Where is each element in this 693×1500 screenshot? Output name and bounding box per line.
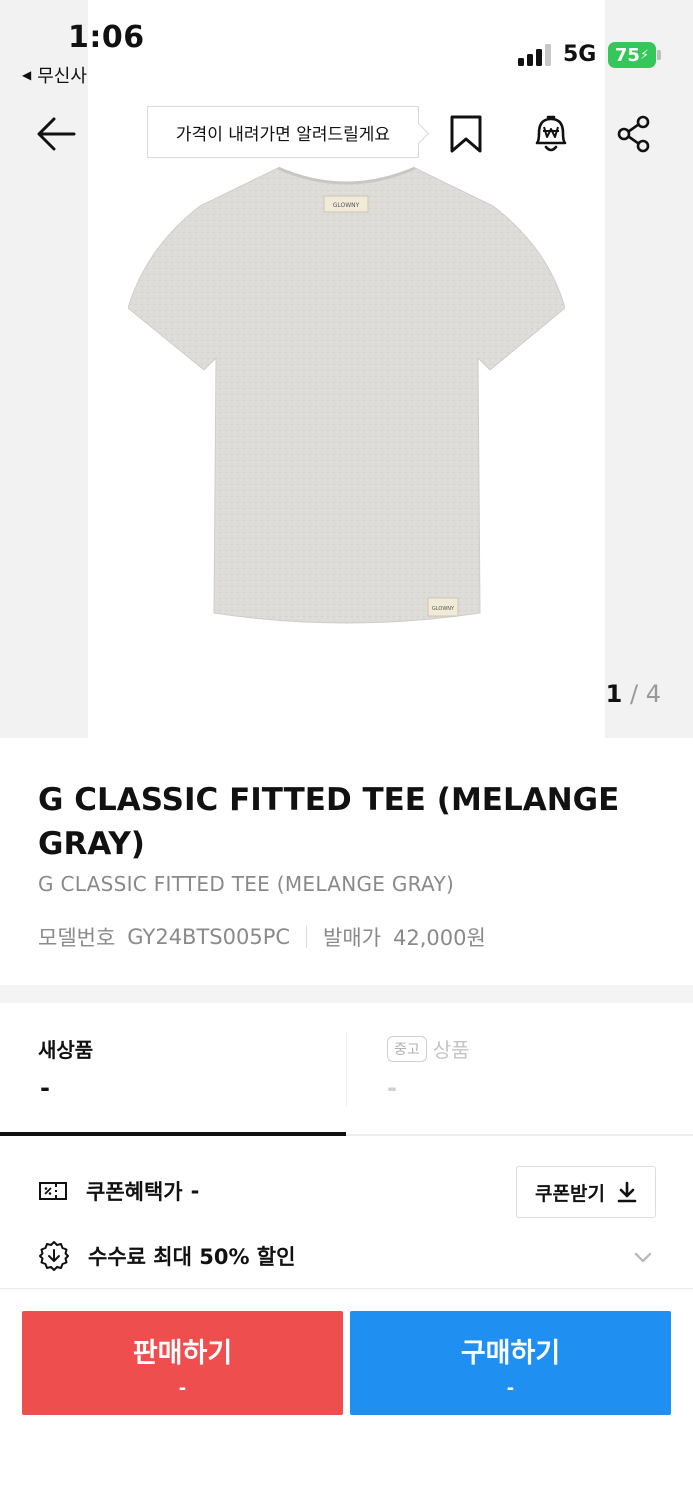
tab-new-product[interactable]: 새상품 - (0, 1030, 346, 1134)
model-number-value: GY24BTS005PC (127, 925, 291, 949)
tab-used-label-group: 중고 상품 (387, 1034, 470, 1063)
buy-label: 구매하기 (460, 1338, 561, 1369)
total-pages: 4 (645, 680, 661, 708)
back-to-app-link[interactable]: ◀ 무신사 (22, 62, 87, 88)
release-price-label: 발매가 (323, 926, 381, 950)
cellular-signal-icon (518, 44, 551, 66)
charging-bolt-icon: ⚡ (639, 47, 650, 63)
meta-divider (306, 926, 308, 948)
product-title: G CLASSIC FITTED TEE (MELANGE GRAY) (38, 782, 620, 862)
section-divider (0, 985, 693, 1003)
current-page: 1 (605, 680, 623, 708)
coupon-value: - (190, 1179, 200, 1203)
product-image-gallery[interactable]: GLOWNY GLOWNY 1:06 ◀ 무신사 5G 75 ⚡ 가격이 내려가면… (0, 0, 693, 738)
bookmark-icon (450, 115, 482, 153)
share-button[interactable] (610, 110, 658, 158)
back-app-label: 무신사 (37, 66, 87, 87)
price-alert-tooltip: 가격이 내려가면 알려드릴게요 (147, 106, 419, 158)
product-meta: 모델번호 GY24BTS005PC 발매가 42,000원 (38, 922, 486, 952)
chevron-down-icon[interactable] (632, 1246, 654, 1268)
discount-badge-icon (39, 1241, 69, 1271)
coupon-icon (39, 1182, 67, 1200)
sell-label: 판매하기 (132, 1338, 233, 1369)
tee-hem-label: GLOWNY (432, 606, 455, 612)
status-time: 1:06 (68, 20, 145, 55)
buy-button[interactable]: 구매하기 - (350, 1311, 671, 1415)
network-type: 5G (563, 42, 597, 67)
fee-discount-label: 수수료 최대 50% 할인 (88, 1245, 296, 1269)
get-coupon-button[interactable]: 쿠폰받기 (516, 1166, 656, 1218)
product-subtitle: G CLASSIC FITTED TEE (MELANGE GRAY) (38, 872, 455, 896)
get-coupon-label: 쿠폰받기 (535, 1182, 605, 1205)
gallery-page-indicator: 1 / 4 (606, 680, 661, 708)
download-icon (617, 1181, 637, 1203)
battery-indicator: 75 ⚡ (608, 42, 656, 68)
model-number-label: 모델번호 (38, 926, 116, 950)
tooltip-text: 가격이 내려가면 알려드릴게요 (175, 124, 391, 145)
fee-discount-row[interactable]: 수수료 최대 50% 할인 (38, 1240, 295, 1272)
page-separator: / (629, 680, 639, 708)
tee-neck-label: GLOWNY (333, 202, 360, 209)
coupon-price-row: 쿠폰혜택가 - (38, 1176, 199, 1206)
bottom-bar-shadow (0, 1288, 693, 1290)
battery-cap (657, 50, 661, 60)
price-alert-bell-icon (535, 115, 567, 152)
share-icon (617, 115, 650, 153)
back-button[interactable] (32, 110, 80, 158)
used-chip: 중고 (387, 1035, 427, 1062)
back-triangle-icon: ◀ (22, 68, 32, 82)
active-tab-indicator (0, 1132, 346, 1136)
tab-new-price: - (40, 1074, 50, 1102)
release-price-value: 42,000원 (393, 926, 486, 950)
price-alert-button[interactable] (527, 110, 575, 158)
tab-used-price: - (387, 1074, 397, 1102)
sell-price: - (178, 1378, 187, 1399)
tab-new-label: 새상품 (38, 1038, 94, 1062)
battery-level: 75 (614, 44, 640, 66)
sell-button[interactable]: 판매하기 - (22, 1311, 343, 1415)
t-shirt-image: GLOWNY GLOWNY (128, 166, 565, 624)
coupon-label: 쿠폰혜택가 (86, 1180, 183, 1204)
tab-used-label: 상품 (432, 1038, 470, 1062)
buy-price: - (506, 1378, 515, 1399)
tab-used-product[interactable]: 중고 상품 - (347, 1030, 693, 1134)
arrow-left-icon (37, 117, 76, 151)
bookmark-button[interactable] (442, 110, 490, 158)
